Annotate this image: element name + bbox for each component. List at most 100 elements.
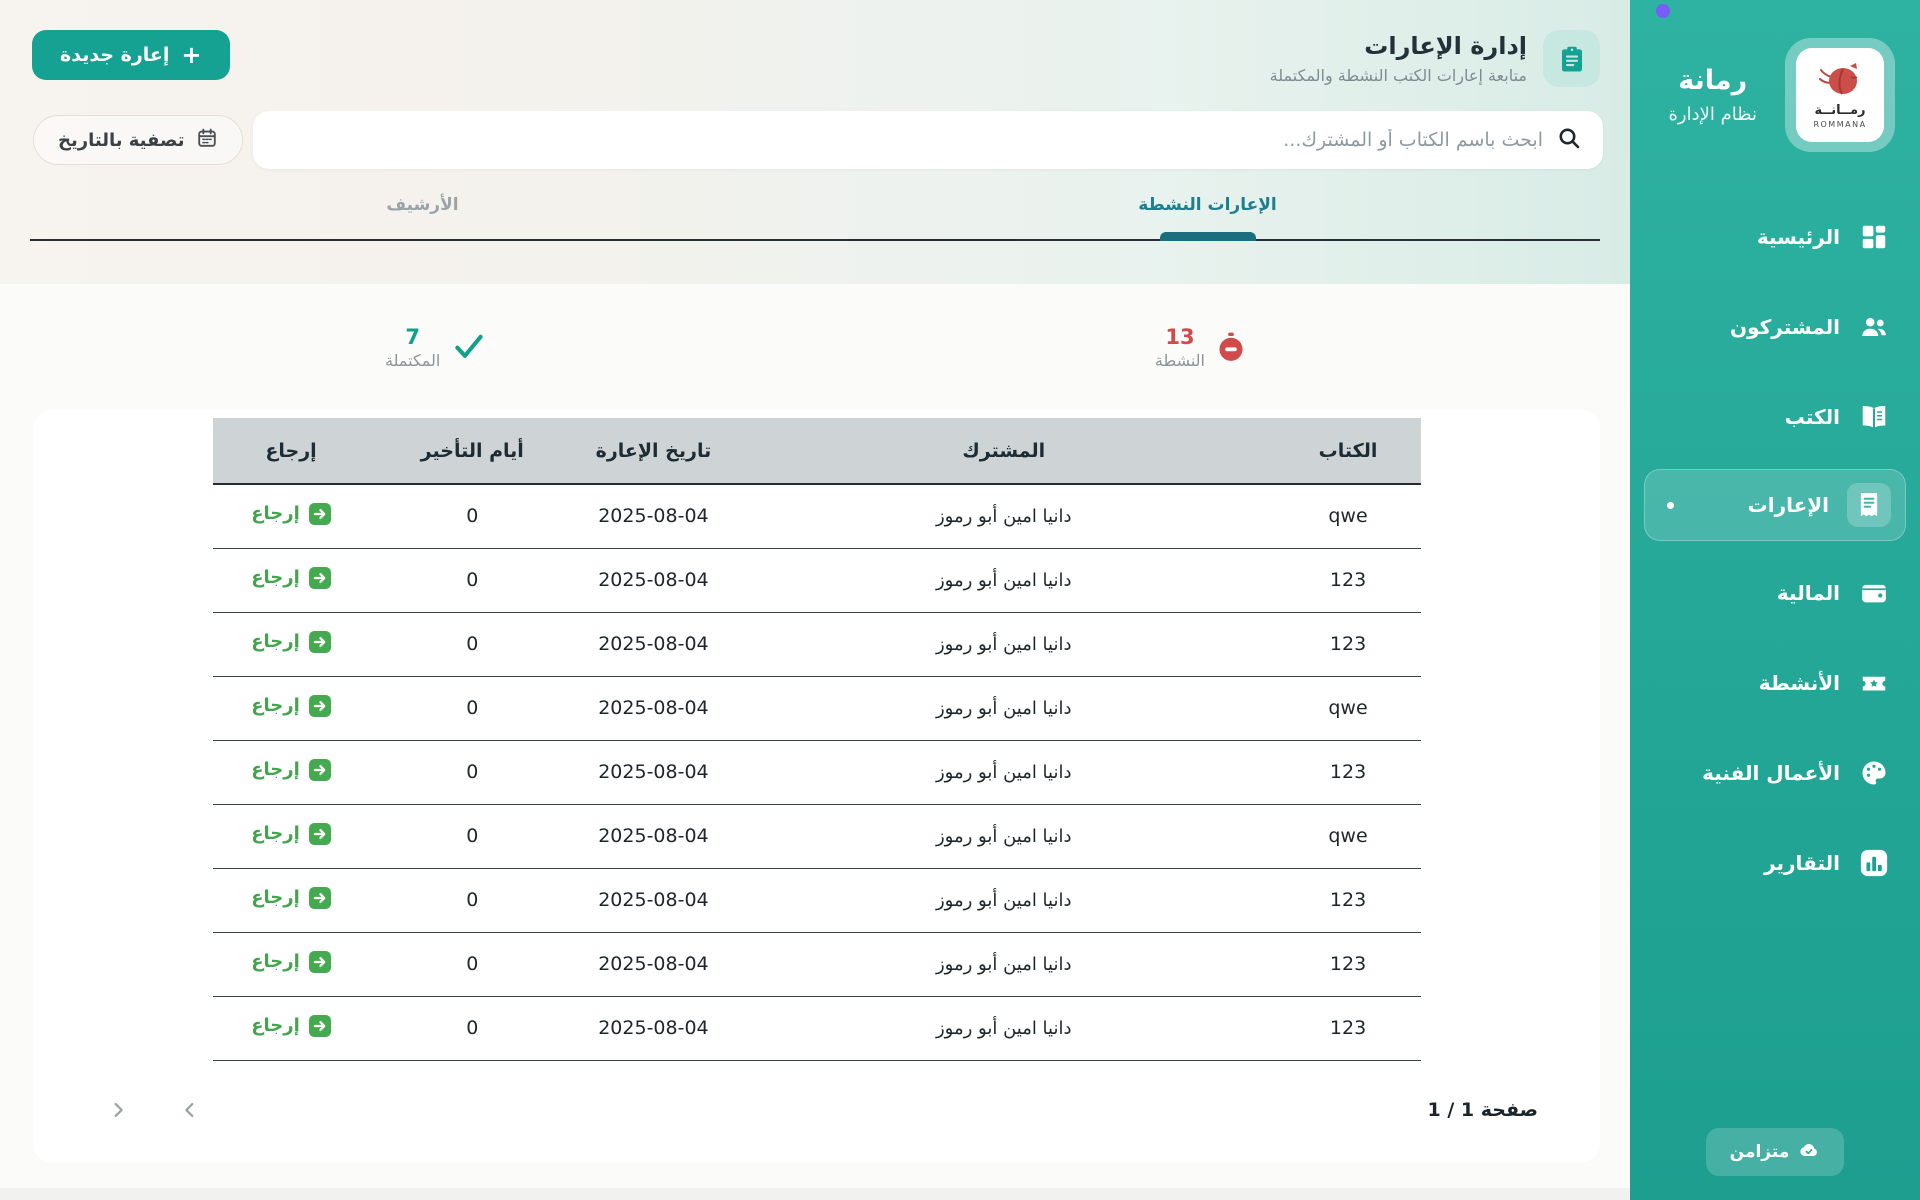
loans-table-card: الكتاب المشترك تاريخ الإعارة أيام التأخي…: [33, 410, 1600, 1162]
column-header-delay-days: أيام التأخير: [370, 418, 575, 484]
cell-delay-days: 0: [370, 612, 575, 676]
sidebar-item-0[interactable]: الرئيسية: [1630, 192, 1920, 282]
column-header-return: إرجاع: [213, 418, 370, 484]
table-row: 123دانيا امين أبو رموز2025-08-040إرجاع: [213, 548, 1421, 612]
tab-archive[interactable]: الأرشيف: [30, 195, 815, 239]
sidebar-nav: الرئيسيةالمشتركون الكتب الإعارات المالية الأ…: [1630, 192, 1920, 908]
return-label: إرجاع: [251, 887, 300, 908]
search-input[interactable]: [275, 129, 1543, 151]
cell-subscriber: دانيا امين أبو رموز: [732, 996, 1276, 1060]
cell-delay-days: 0: [370, 804, 575, 868]
search-box: [253, 111, 1603, 169]
rommana-logo: رمــانــة ROMMANA: [1796, 48, 1884, 142]
table-row: 123دانيا امين أبو رموز2025-08-040إرجاع: [213, 612, 1421, 676]
brand-text: رمانة نظام الإدارة: [1668, 65, 1757, 125]
clipboard-icon: [1543, 30, 1600, 87]
sidebar-item-2[interactable]: الكتب: [1630, 372, 1920, 462]
table-row: qweدانيا امين أبو رموز2025-08-040إرجاع: [213, 484, 1421, 548]
cell-book: 123: [1276, 740, 1421, 804]
cell-book: 123: [1276, 932, 1421, 996]
calendar-icon: [196, 127, 218, 154]
loans-table: الكتاب المشترك تاريخ الإعارة أيام التأخي…: [213, 418, 1421, 1061]
sync-status-button[interactable]: متزامن: [1706, 1128, 1845, 1176]
return-button[interactable]: إرجاع: [251, 1015, 331, 1037]
sidebar-item-7[interactable]: التقارير: [1630, 818, 1920, 908]
chevron-right-icon: [107, 1099, 129, 1121]
cell-loan-date: 2025-08-04: [575, 484, 732, 548]
table-row: 123دانيا امين أبو رموز2025-08-040إرجاع: [213, 740, 1421, 804]
active-tab-indicator: [1160, 232, 1256, 241]
column-header-loan-date: تاريخ الإعارة: [575, 418, 732, 484]
cloud-check-icon: [1798, 1139, 1820, 1166]
open-book-icon: [1858, 401, 1890, 433]
new-loan-button[interactable]: + إعارة جديدة: [32, 30, 230, 80]
cell-delay-days: 0: [370, 996, 575, 1060]
sidebar-item-label: الكتب: [1785, 405, 1840, 429]
sidebar-item-1[interactable]: المشتركون: [1630, 282, 1920, 372]
bottom-strip: [0, 1188, 1630, 1200]
logo-card: رمــانــة ROMMANA: [1785, 38, 1895, 152]
return-button[interactable]: إرجاع: [251, 823, 331, 845]
people-icon: [1858, 311, 1890, 343]
new-loan-label: إعارة جديدة: [60, 44, 169, 66]
cell-loan-date: 2025-08-04: [575, 932, 732, 996]
logo-text-arabic: رمــانــة: [1815, 104, 1866, 118]
return-button[interactable]: إرجاع: [251, 631, 331, 653]
stats-strip: 13 النشطة 7 المكتملة: [0, 284, 1630, 410]
sidebar-item-5[interactable]: الأنشطة: [1630, 638, 1920, 728]
app-root: رمــانــة ROMMANA رمانة نظام الإدارة الر…: [0, 0, 1920, 1200]
active-count: 13: [1165, 325, 1194, 349]
cell-loan-date: 2025-08-04: [575, 868, 732, 932]
notification-dot: [1656, 4, 1670, 18]
grid-icon: [1858, 221, 1890, 253]
ticket-star-icon: [1858, 667, 1890, 699]
cell-book: 123: [1276, 612, 1421, 676]
column-header-subscriber: المشترك: [732, 418, 1276, 484]
brand: رمــانــة ROMMANA رمانة نظام الإدارة: [1630, 0, 1920, 152]
main-content: إدارة الإعارات متابعة إعارات الكتب النشط…: [0, 0, 1630, 1200]
return-button[interactable]: إرجاع: [251, 951, 331, 973]
sidebar-item-label: الأعمال الفنية: [1702, 761, 1840, 785]
cell-book: qwe: [1276, 676, 1421, 740]
sidebar-item-3[interactable]: الإعارات: [1644, 469, 1906, 541]
column-header-book: الكتاب: [1276, 418, 1421, 484]
return-box-icon: [309, 503, 331, 525]
filter-by-date-button[interactable]: تصفية بالتاريخ: [33, 115, 243, 165]
cell-loan-date: 2025-08-04: [575, 548, 732, 612]
sidebar-item-6[interactable]: الأعمال الفنية: [1630, 728, 1920, 818]
cell-subscriber: دانيا امين أبو رموز: [732, 804, 1276, 868]
prev-page-button[interactable]: [175, 1095, 205, 1125]
check-icon: [452, 332, 486, 362]
return-button[interactable]: إرجاع: [251, 567, 331, 589]
sidebar-item-4[interactable]: المالية: [1630, 548, 1920, 638]
cell-loan-date: 2025-08-04: [575, 612, 732, 676]
return-box-icon: [309, 1015, 331, 1037]
active-loans-stat: 13 النشطة: [1155, 325, 1245, 370]
table-row: 123دانيا امين أبو رموز2025-08-040إرجاع: [213, 932, 1421, 996]
sidebar-item-label: الإعارات: [1748, 493, 1829, 517]
plus-icon: +: [181, 43, 201, 67]
table-row: qweدانيا امين أبو رموز2025-08-040إرجاع: [213, 676, 1421, 740]
return-button[interactable]: إرجاع: [251, 695, 331, 717]
return-button[interactable]: إرجاع: [251, 887, 331, 909]
cell-delay-days: 0: [370, 676, 575, 740]
cell-subscriber: دانيا امين أبو رموز: [732, 548, 1276, 612]
next-page-button[interactable]: [103, 1095, 133, 1125]
return-button[interactable]: إرجاع: [251, 759, 331, 781]
cell-book: 123: [1276, 868, 1421, 932]
table-row: qweدانيا امين أبو رموز2025-08-040إرجاع: [213, 804, 1421, 868]
return-label: إرجاع: [251, 695, 300, 716]
cell-book: qwe: [1276, 484, 1421, 548]
return-box-icon: [309, 823, 331, 845]
cell-loan-date: 2025-08-04: [575, 740, 732, 804]
bar-chart-icon: [1858, 847, 1890, 879]
tab-active-loans[interactable]: الإعارات النشطة: [815, 195, 1600, 239]
wallet-icon: [1858, 577, 1890, 609]
return-label: إرجاع: [251, 567, 300, 588]
cell-delay-days: 0: [370, 484, 575, 548]
sidebar-item-label: المالية: [1777, 581, 1840, 605]
sidebar-item-label: التقارير: [1764, 851, 1840, 875]
cell-subscriber: دانيا امين أبو رموز: [732, 740, 1276, 804]
return-button[interactable]: إرجاع: [251, 503, 331, 525]
cell-loan-date: 2025-08-04: [575, 996, 732, 1060]
